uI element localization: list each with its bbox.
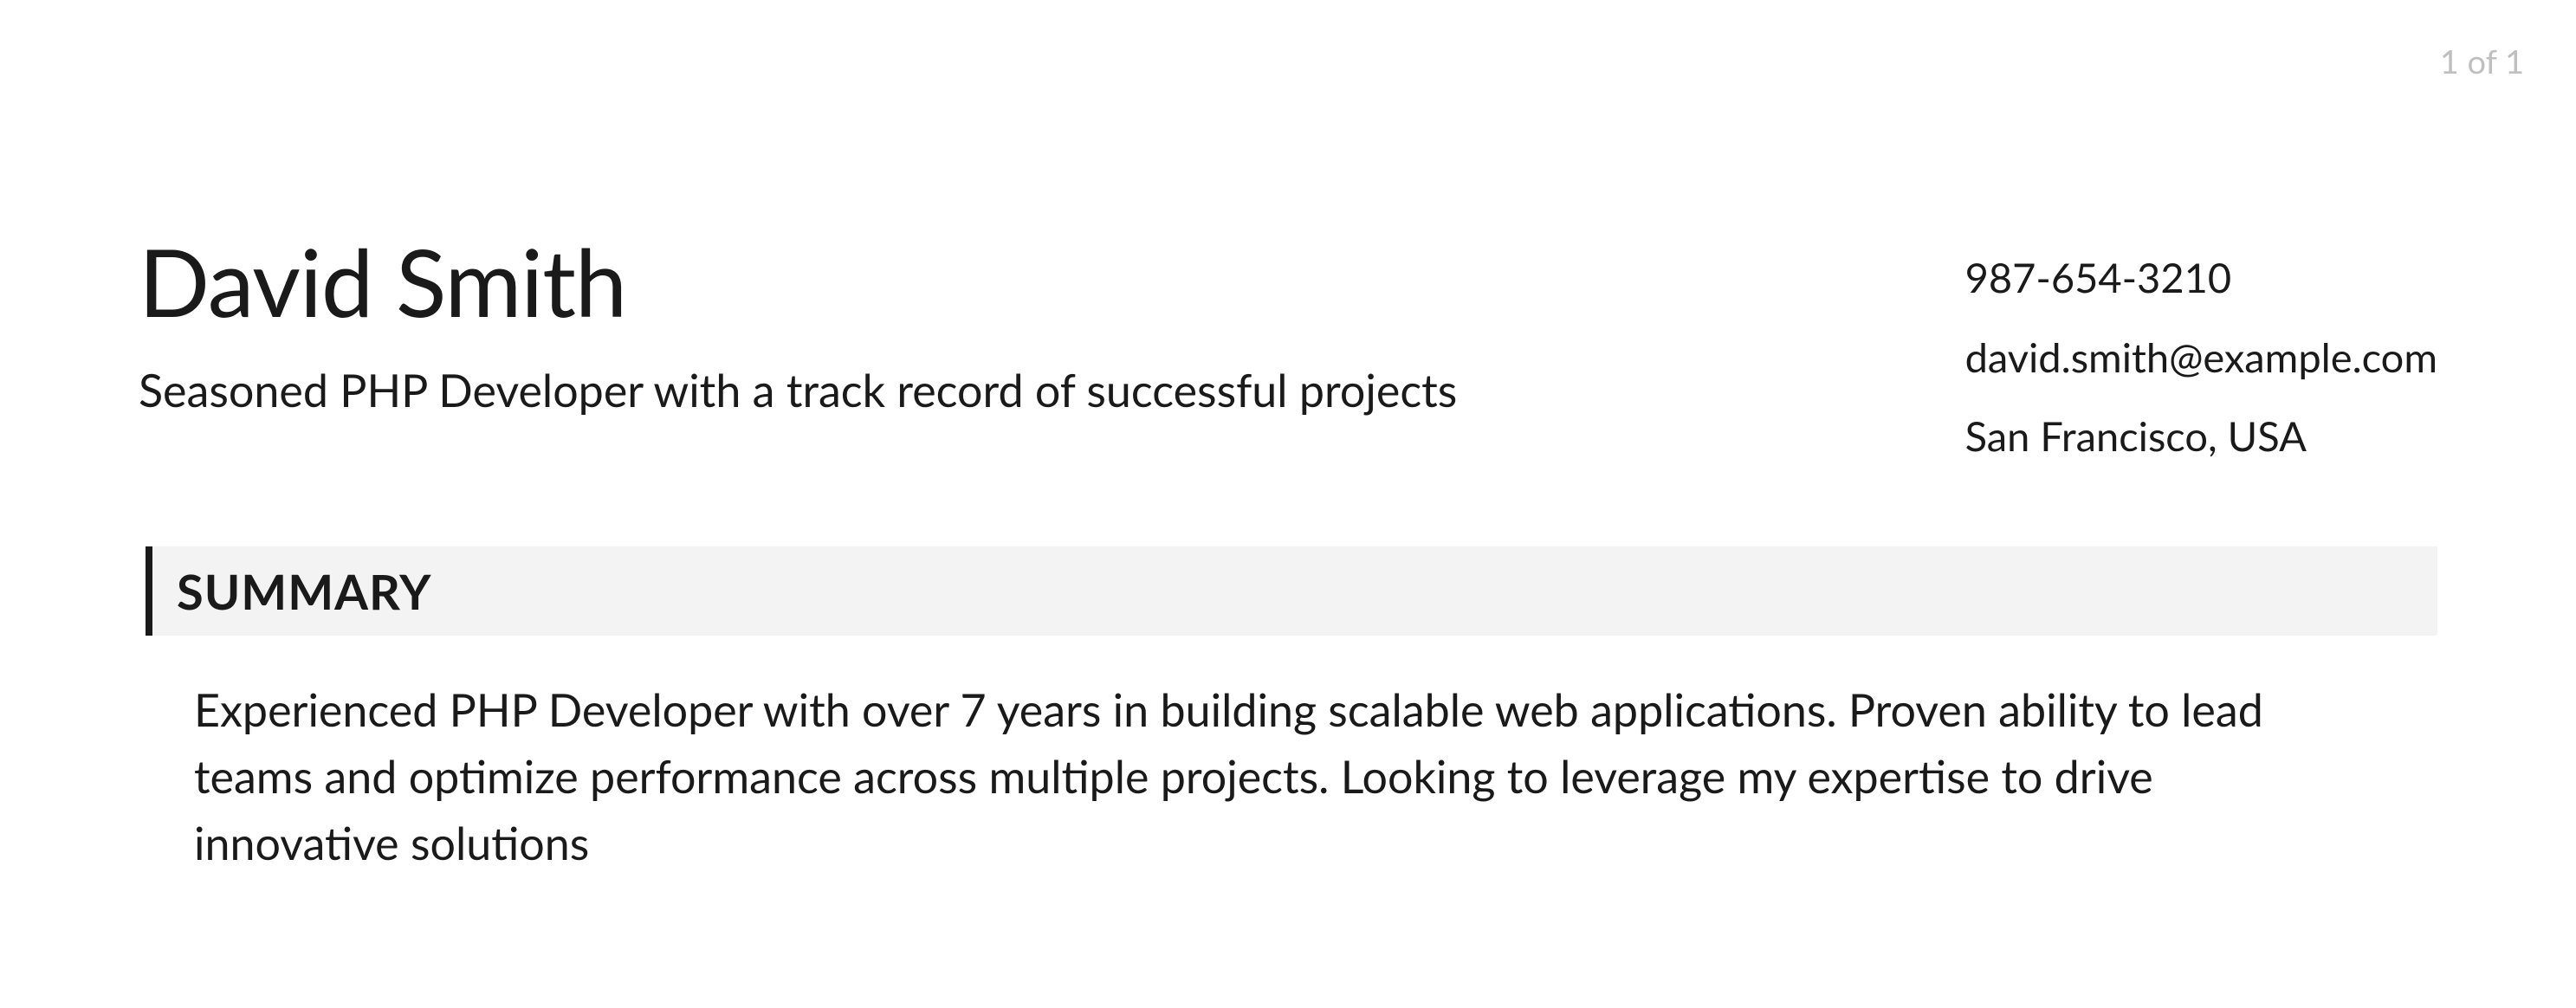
header-left-column: David Smith Seasoned PHP Developer with … — [139, 225, 1896, 417]
candidate-tagline: Seasoned PHP Developer with a track reco… — [139, 364, 1896, 417]
summary-section-header: SUMMARY — [146, 546, 2437, 636]
header-right-column: 987-654-3210 david.smith@example.com San… — [1896, 225, 2437, 477]
candidate-name: David Smith — [139, 225, 1896, 338]
contact-phone: 987-654-3210 — [1965, 239, 2437, 319]
contact-email: david.smith@example.com — [1965, 319, 2437, 398]
document-container: David Smith Seasoned PHP Developer with … — [0, 0, 2576, 877]
contact-location: San Francisco, USA — [1965, 397, 2437, 477]
summary-title: SUMMARY — [177, 562, 2437, 620]
resume-header: David Smith Seasoned PHP Developer with … — [139, 225, 2437, 477]
summary-body: Experienced PHP Developer with over 7 ye… — [139, 677, 2437, 877]
page-number: 1 of 1 — [2440, 42, 2524, 81]
